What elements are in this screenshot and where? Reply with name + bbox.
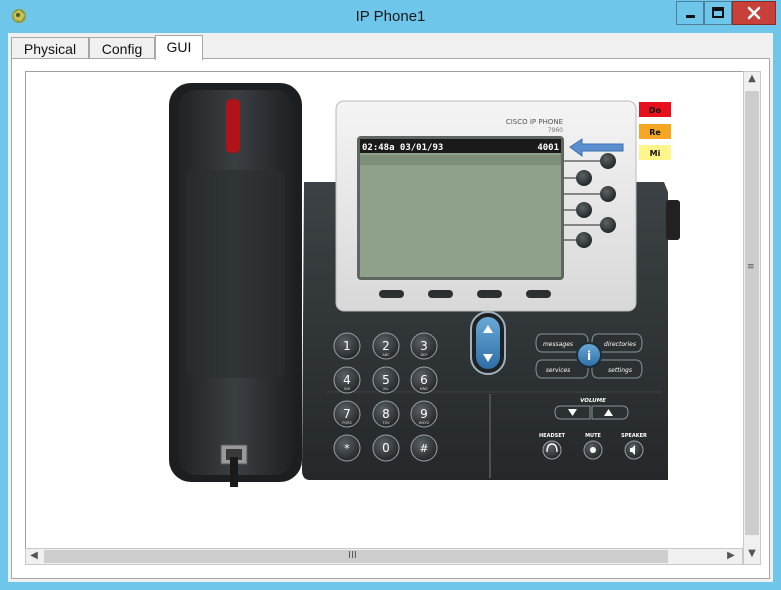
svg-text:8: 8 (382, 407, 390, 421)
svg-text:MNO: MNO (420, 387, 429, 391)
svg-text:VOLUME: VOLUME (580, 398, 606, 404)
svg-text:6: 6 (420, 373, 428, 387)
svg-text:TUV: TUV (381, 421, 390, 425)
scroll-left-icon[interactable]: ◀ (26, 550, 42, 561)
window-title: IP Phone1 (355, 8, 426, 25)
mute-button[interactable] (583, 440, 603, 460)
maximize-button[interactable] (704, 1, 732, 25)
lcd-line (360, 155, 561, 165)
window: IP Phone1 Physical Config GUI CISCO IP P… (0, 0, 781, 590)
key-1[interactable]: 1 (333, 332, 361, 360)
headset-button[interactable] (542, 440, 562, 460)
svg-text:HEADSET: HEADSET (539, 433, 566, 439)
horizontal-grip: III (348, 550, 357, 561)
mi-label: Mi (650, 149, 661, 158)
svg-text:directories: directories (604, 341, 636, 348)
svg-text:JKL: JKL (382, 387, 388, 391)
svg-text:3: 3 (420, 339, 428, 353)
brand-text: CISCO IP PHONE (506, 118, 563, 126)
volume-up-button[interactable] (591, 405, 629, 420)
minimize-button[interactable] (676, 1, 704, 25)
info-icon: i (587, 349, 591, 363)
vertical-scrollbar[interactable]: ▲ ≡ ▼ (743, 71, 761, 565)
key-7[interactable]: 7PQRS (333, 400, 361, 428)
softkey-1[interactable] (379, 290, 404, 298)
close-icon (747, 6, 761, 20)
softkey-3[interactable] (477, 290, 502, 298)
tab-config[interactable]: Config (89, 37, 155, 59)
key-6[interactable]: 6MNO (410, 366, 438, 394)
key-hash[interactable]: # (410, 434, 438, 462)
key-3[interactable]: 3DEF (410, 332, 438, 360)
svg-text:services: services (546, 367, 571, 374)
svg-text:GHI: GHI (344, 387, 350, 391)
lcd-extension: 4001 (537, 143, 559, 153)
handset-cord (230, 457, 238, 487)
svg-text:PQRS: PQRS (342, 421, 352, 425)
svg-text:7: 7 (343, 407, 351, 421)
key-2[interactable]: 2ABC (372, 332, 400, 360)
svg-text:5: 5 (382, 373, 390, 387)
svg-text:WXYZ: WXYZ (419, 421, 430, 425)
phone-canvas: CISCO IP PHONE 7960 02:48a 03/01/93 4001 (169, 83, 680, 487)
title-bar[interactable]: IP Phone1 (0, 0, 781, 33)
close-button[interactable] (732, 1, 776, 25)
key-0[interactable]: 0 (372, 434, 400, 462)
svg-text:4: 4 (343, 373, 351, 387)
handset[interactable] (169, 83, 302, 487)
vertical-grip-icon: ≡ (747, 262, 755, 272)
settings-button[interactable]: settings (591, 359, 643, 379)
svg-text:ABC: ABC (382, 353, 390, 357)
svg-text:*: * (344, 442, 350, 455)
svg-text:SPEAKER: SPEAKER (621, 433, 647, 439)
vertical-scroll-thumb[interactable] (745, 91, 759, 535)
navigation-button[interactable] (470, 311, 506, 375)
svg-text:DEF: DEF (421, 353, 428, 357)
minimize-icon (686, 15, 695, 18)
client-area: Physical Config GUI CISCO IP PHONE 7960 … (8, 33, 773, 582)
volume-down-button[interactable] (554, 405, 591, 420)
softkey-2[interactable] (428, 290, 453, 298)
key-star[interactable]: * (333, 434, 361, 462)
scroll-down-icon[interactable]: ▼ (744, 548, 760, 559)
svg-text:MUTE: MUTE (585, 433, 601, 439)
tab-physical[interactable]: Physical (11, 37, 89, 59)
svg-text:2: 2 (382, 339, 390, 353)
face-plate: CISCO IP PHONE 7960 02:48a 03/01/93 4001 (335, 100, 637, 312)
gui-panel: CISCO IP PHONE 7960 02:48a 03/01/93 4001 (11, 58, 770, 579)
key-9[interactable]: 9WXYZ (410, 400, 438, 428)
key-8[interactable]: 8TUV (372, 400, 400, 428)
svg-text:0: 0 (382, 441, 390, 455)
tab-gui[interactable]: GUI (155, 35, 203, 60)
lcd-datetime: 02:48a 03/01/93 (362, 143, 443, 153)
audio-buttons: HEADSET MUTE SPEAKER (539, 433, 647, 460)
scroll-up-icon[interactable]: ▲ (744, 73, 760, 84)
softkey-4[interactable] (526, 290, 551, 298)
svg-text:messages: messages (543, 341, 573, 348)
side-hook (666, 200, 680, 240)
svg-text:settings: settings (608, 367, 632, 374)
message-waiting-light (226, 99, 240, 153)
do-label: Do (649, 106, 662, 115)
speaker-button[interactable] (624, 440, 644, 460)
key-5[interactable]: 5JKL (372, 366, 400, 394)
re-label: Re (649, 128, 661, 137)
scroll-right-icon[interactable]: ▶ (723, 550, 739, 561)
info-button[interactable]: i (576, 342, 602, 368)
phone-viewport: CISCO IP PHONE 7960 02:48a 03/01/93 4001 (25, 71, 743, 548)
maximize-icon (712, 7, 724, 18)
svg-text:1: 1 (343, 339, 351, 353)
svg-text:9: 9 (420, 407, 428, 421)
horizontal-scrollbar[interactable]: ◀ III ▶ (25, 548, 743, 565)
status-tabs: Do Re Mi (639, 102, 671, 160)
mute-icon (590, 447, 596, 453)
model-text: 7960 (548, 127, 563, 134)
svg-text:#: # (419, 442, 428, 455)
key-4[interactable]: 4GHI (333, 366, 361, 394)
